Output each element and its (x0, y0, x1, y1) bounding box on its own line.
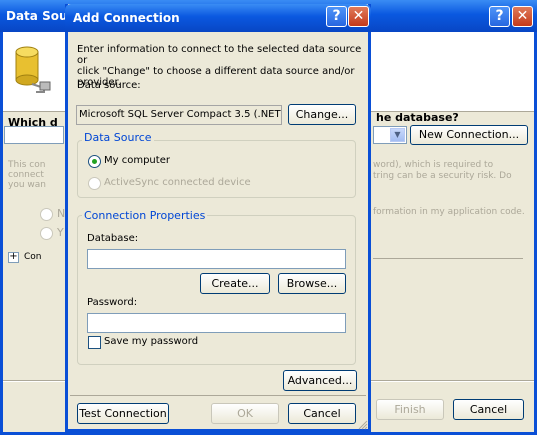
data-source-group (77, 140, 356, 198)
data-source-group-label: Data Source (82, 131, 154, 144)
dialog-cancel-button[interactable]: Cancel (288, 403, 356, 424)
wizard-desc-right: word), which is required to tring can be… (373, 160, 512, 181)
connection-properties-label: Connection Properties (82, 209, 208, 222)
expander-divider (373, 258, 523, 259)
password-input[interactable] (87, 313, 346, 333)
wizard-cancel-button[interactable]: Cancel (453, 399, 524, 420)
password-label: Password: (87, 297, 138, 308)
dialog-footer-divider (70, 395, 366, 396)
connection-combo[interactable] (4, 126, 64, 144)
database-icon (10, 44, 52, 94)
my-computer-radio[interactable] (88, 155, 101, 168)
test-connection-button[interactable]: Test Connection (77, 403, 169, 424)
wizard-option-right: formation in my application code. (373, 207, 525, 217)
expander-label: Con (24, 252, 42, 262)
wizard-help-icon[interactable]: ? (489, 6, 510, 27)
connection-combo-end[interactable]: ▼ (373, 126, 407, 144)
data-source-field: Microsoft SQL Server Compact 3.5 (.NET F… (76, 105, 282, 125)
wizard-radio-yes-label: Y (57, 226, 64, 239)
wizard-desc-left: This con connect you wan (8, 160, 46, 190)
new-connection-button[interactable]: New Connection... (410, 125, 528, 145)
my-computer-label: My computer (104, 155, 170, 166)
wizard-question-right: he database? (376, 111, 459, 124)
activesync-label: ActiveSync connected device (104, 177, 251, 188)
browse-button[interactable]: Browse... (278, 273, 346, 294)
dialog-help-icon[interactable]: ? (326, 6, 347, 27)
database-input[interactable] (87, 249, 346, 269)
wizard-title: Data Sou (6, 9, 68, 23)
activesync-radio (88, 177, 101, 190)
create-button[interactable]: Create... (200, 273, 270, 294)
wizard-radio-no (40, 208, 53, 221)
save-password-checkbox[interactable] (88, 336, 101, 349)
wizard-close-icon[interactable]: ✕ (512, 6, 533, 27)
expander-plus-icon[interactable]: + (8, 252, 19, 263)
data-source-label: Data source: (77, 80, 141, 91)
advanced-button[interactable]: Advanced... (283, 370, 357, 391)
change-button[interactable]: Change... (288, 104, 356, 125)
ok-button[interactable]: OK (211, 403, 279, 424)
wizard-radio-yes (40, 227, 53, 240)
database-label: Database: (87, 233, 139, 244)
wizard-radio-no-label: N (57, 207, 66, 220)
finish-button[interactable]: Finish (376, 399, 444, 420)
save-password-label: Save my password (104, 336, 199, 347)
dialog-close-icon[interactable]: ✕ (348, 6, 369, 27)
resize-grip-icon[interactable] (358, 420, 368, 430)
dialog-title: Add Connection (73, 11, 180, 25)
chevron-down-icon[interactable]: ▼ (390, 128, 405, 142)
